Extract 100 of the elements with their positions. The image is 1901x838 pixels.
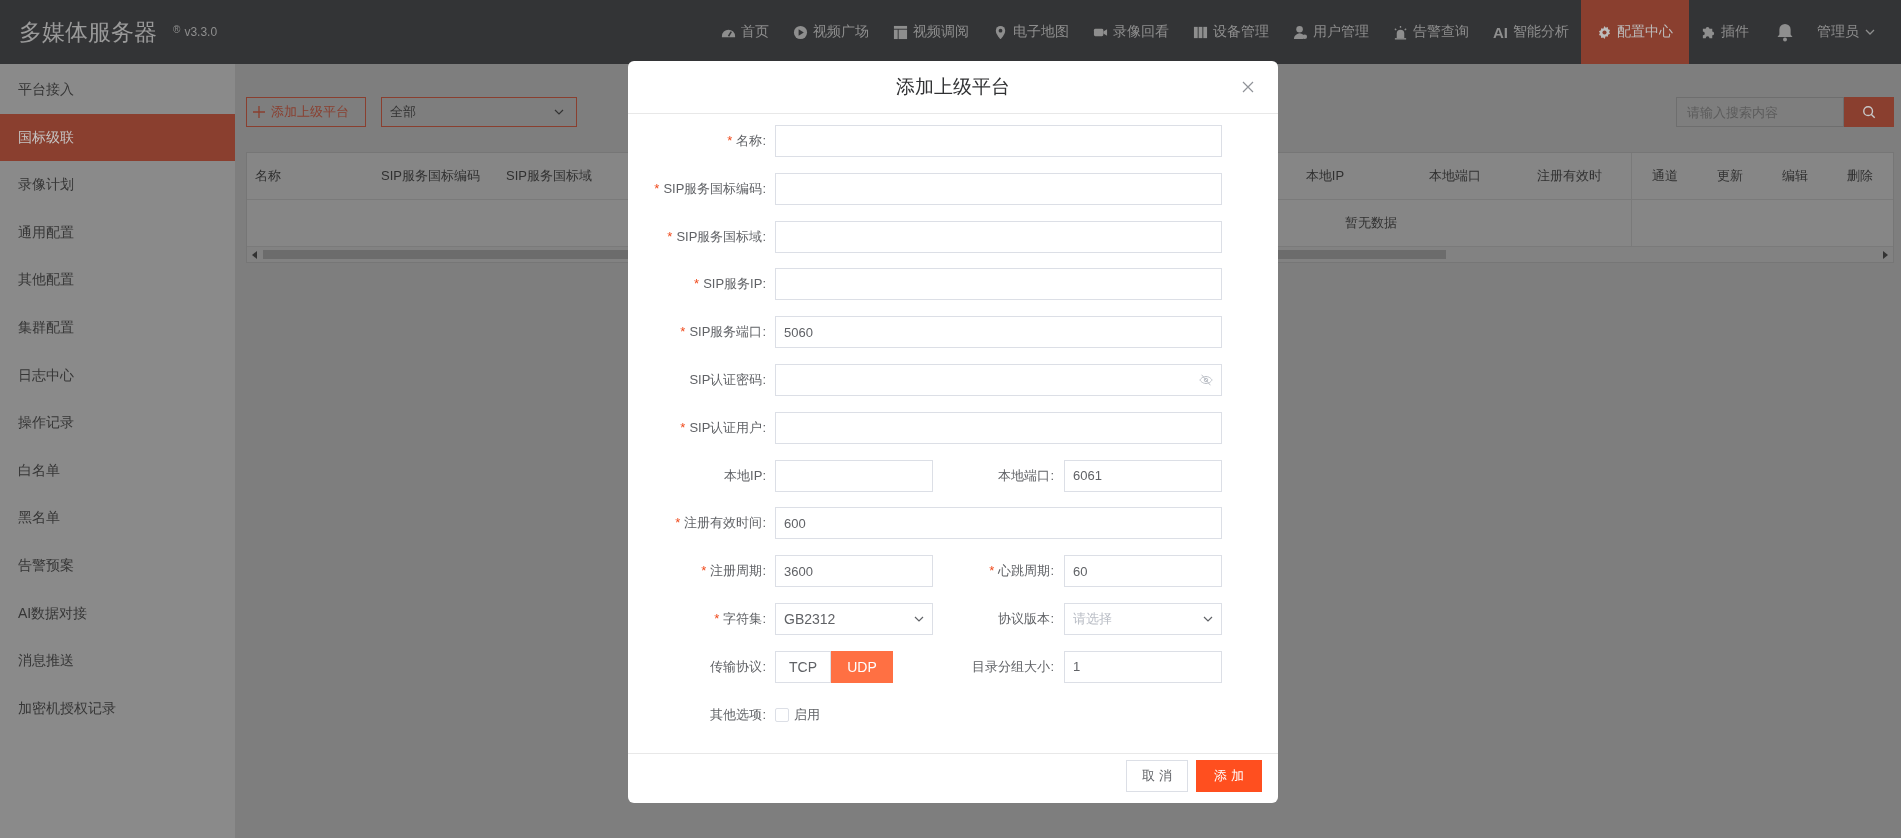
sidebar-item[interactable]: 国标级联 xyxy=(0,113,235,162)
sidebar-item[interactable]: 平台接入 xyxy=(0,66,235,114)
nav-tab[interactable]: AI 智能分析 xyxy=(1481,0,1581,64)
column-header: 通道 xyxy=(1650,167,1679,185)
ai-icon: AI xyxy=(1493,23,1508,41)
sidebar-item[interactable]: 加密机授权记录 xyxy=(0,684,235,733)
sidebar-item[interactable]: AI数据对接 xyxy=(0,589,235,638)
nav-tab[interactable]: 电子地图 xyxy=(981,0,1081,64)
filter-select[interactable]: 全部 xyxy=(381,97,577,127)
input-field[interactable]: 1 xyxy=(1064,650,1222,683)
input-field[interactable]: 60 xyxy=(1064,555,1222,588)
table-icon xyxy=(893,24,908,40)
required-mark: * xyxy=(989,563,995,579)
required-mark: * xyxy=(714,610,720,626)
columns-icon xyxy=(1193,24,1208,40)
required-mark: * xyxy=(680,324,686,340)
input-field[interactable]: 600 xyxy=(775,507,1222,540)
sidebar-item[interactable]: 集群配置 xyxy=(0,303,235,352)
input-field[interactable] xyxy=(775,268,1222,301)
close-icon[interactable] xyxy=(1242,81,1254,93)
input-field[interactable]: 6061 xyxy=(1064,459,1222,492)
field-label: 其他选项: xyxy=(710,706,766,722)
input-field[interactable] xyxy=(775,411,1222,444)
dialog-title: 添加上级平台 xyxy=(896,75,1010,99)
sidebar-item[interactable]: 通用配置 xyxy=(0,208,235,257)
nav-tab[interactable]: 视频调阅 xyxy=(881,0,981,64)
field-label: SIP服务国标域: xyxy=(676,228,766,244)
input-field[interactable] xyxy=(775,172,1222,205)
checkbox-label: 启用 xyxy=(794,705,820,724)
field-label: 本地端口: xyxy=(998,467,1054,483)
alarm-light-icon xyxy=(1393,24,1408,40)
field-label: SIP认证密码: xyxy=(689,372,766,387)
nav-tab[interactable]: 首页 xyxy=(709,0,781,64)
select-field[interactable]: GB2312 xyxy=(775,602,933,635)
nav-tab[interactable]: 告警查询 xyxy=(1381,0,1481,64)
sidebar-item[interactable]: 操作记录 xyxy=(0,399,235,447)
column-header: SIP服务国标域 xyxy=(506,167,593,185)
scroll-right-icon[interactable] xyxy=(1882,250,1888,259)
map-pin-icon xyxy=(993,24,1008,40)
required-mark: * xyxy=(675,515,681,531)
user-menu[interactable]: 管理员 xyxy=(1817,23,1875,41)
version-label: v3.3.0 xyxy=(184,25,218,39)
user-icon xyxy=(1293,24,1308,40)
required-mark: * xyxy=(654,180,660,196)
column-header: 更新 xyxy=(1715,167,1744,185)
field-label: SIP服务IP: xyxy=(703,276,766,292)
input-field[interactable] xyxy=(775,125,1222,157)
search-button[interactable] xyxy=(1844,97,1894,127)
input-field[interactable]: 5060 xyxy=(775,316,1222,349)
nav-tab[interactable]: 插件 xyxy=(1689,0,1761,64)
field-label: 目录分组大小: xyxy=(972,658,1054,674)
required-mark: * xyxy=(701,563,707,579)
bell-icon[interactable] xyxy=(1775,22,1795,42)
required-mark: * xyxy=(667,228,673,244)
input-field[interactable] xyxy=(775,459,933,492)
app-title: 多媒体服务器 xyxy=(19,17,157,47)
nav-tab[interactable]: 配置中心 xyxy=(1581,0,1689,64)
required-mark: * xyxy=(694,276,700,292)
field-label: 传输协议: xyxy=(710,658,766,674)
protocol-option[interactable]: TCP xyxy=(775,650,831,683)
sidebar-item[interactable]: 告警预案 xyxy=(0,541,235,590)
field-label: SIP认证用户: xyxy=(689,419,766,435)
column-header: SIP服务国标编码 xyxy=(380,167,481,185)
empty-message: 暂无数据 xyxy=(1345,214,1397,232)
nav-tab[interactable]: 视频广场 xyxy=(781,0,881,64)
cancel-button[interactable]: 取 消 xyxy=(1126,760,1188,792)
column-header: 本地端口 xyxy=(1428,167,1482,185)
field-label: 注册有效时间: xyxy=(684,515,766,531)
checkbox[interactable] xyxy=(775,707,789,722)
eye-slash-icon[interactable] xyxy=(1199,373,1213,387)
field-label: 心跳周期: xyxy=(998,563,1054,579)
plus-icon xyxy=(253,106,265,118)
sidebar-item[interactable]: 黑名单 xyxy=(0,494,235,542)
caret-icon xyxy=(1865,29,1875,35)
column-header: 删除 xyxy=(1845,167,1874,185)
required-mark: * xyxy=(727,133,733,148)
column-header: 本地IP xyxy=(1304,167,1346,185)
protocol-option[interactable]: UDP xyxy=(831,650,893,683)
sidebar-item[interactable]: 消息推送 xyxy=(0,637,235,685)
sidebar-item[interactable]: 白名单 xyxy=(0,446,235,495)
caret-icon xyxy=(914,615,924,622)
play-icon xyxy=(793,24,808,40)
select-field[interactable]: 请选择 xyxy=(1064,602,1222,635)
puzzle-icon xyxy=(1701,24,1716,40)
field-label: 本地IP: xyxy=(724,467,766,483)
sidebar-item[interactable]: 其他配置 xyxy=(0,256,235,304)
input-field[interactable]: 3600 xyxy=(775,555,933,588)
scroll-left-icon[interactable] xyxy=(252,250,258,259)
sidebar-item[interactable]: 录像计划 xyxy=(0,161,235,209)
sidebar-item[interactable]: 日志中心 xyxy=(0,351,235,400)
column-header: 编辑 xyxy=(1780,167,1809,185)
add-button[interactable]: 添 加 xyxy=(1196,760,1262,792)
required-mark: * xyxy=(680,419,686,435)
input-field[interactable] xyxy=(775,220,1222,253)
nav-tab[interactable]: 设备管理 xyxy=(1181,0,1281,64)
search-icon xyxy=(1862,105,1876,119)
nav-tab[interactable]: 用户管理 xyxy=(1281,0,1381,64)
password-field[interactable] xyxy=(775,364,1222,396)
field-label: 协议版本: xyxy=(998,610,1054,626)
nav-tab[interactable]: 录像回看 xyxy=(1081,0,1181,64)
